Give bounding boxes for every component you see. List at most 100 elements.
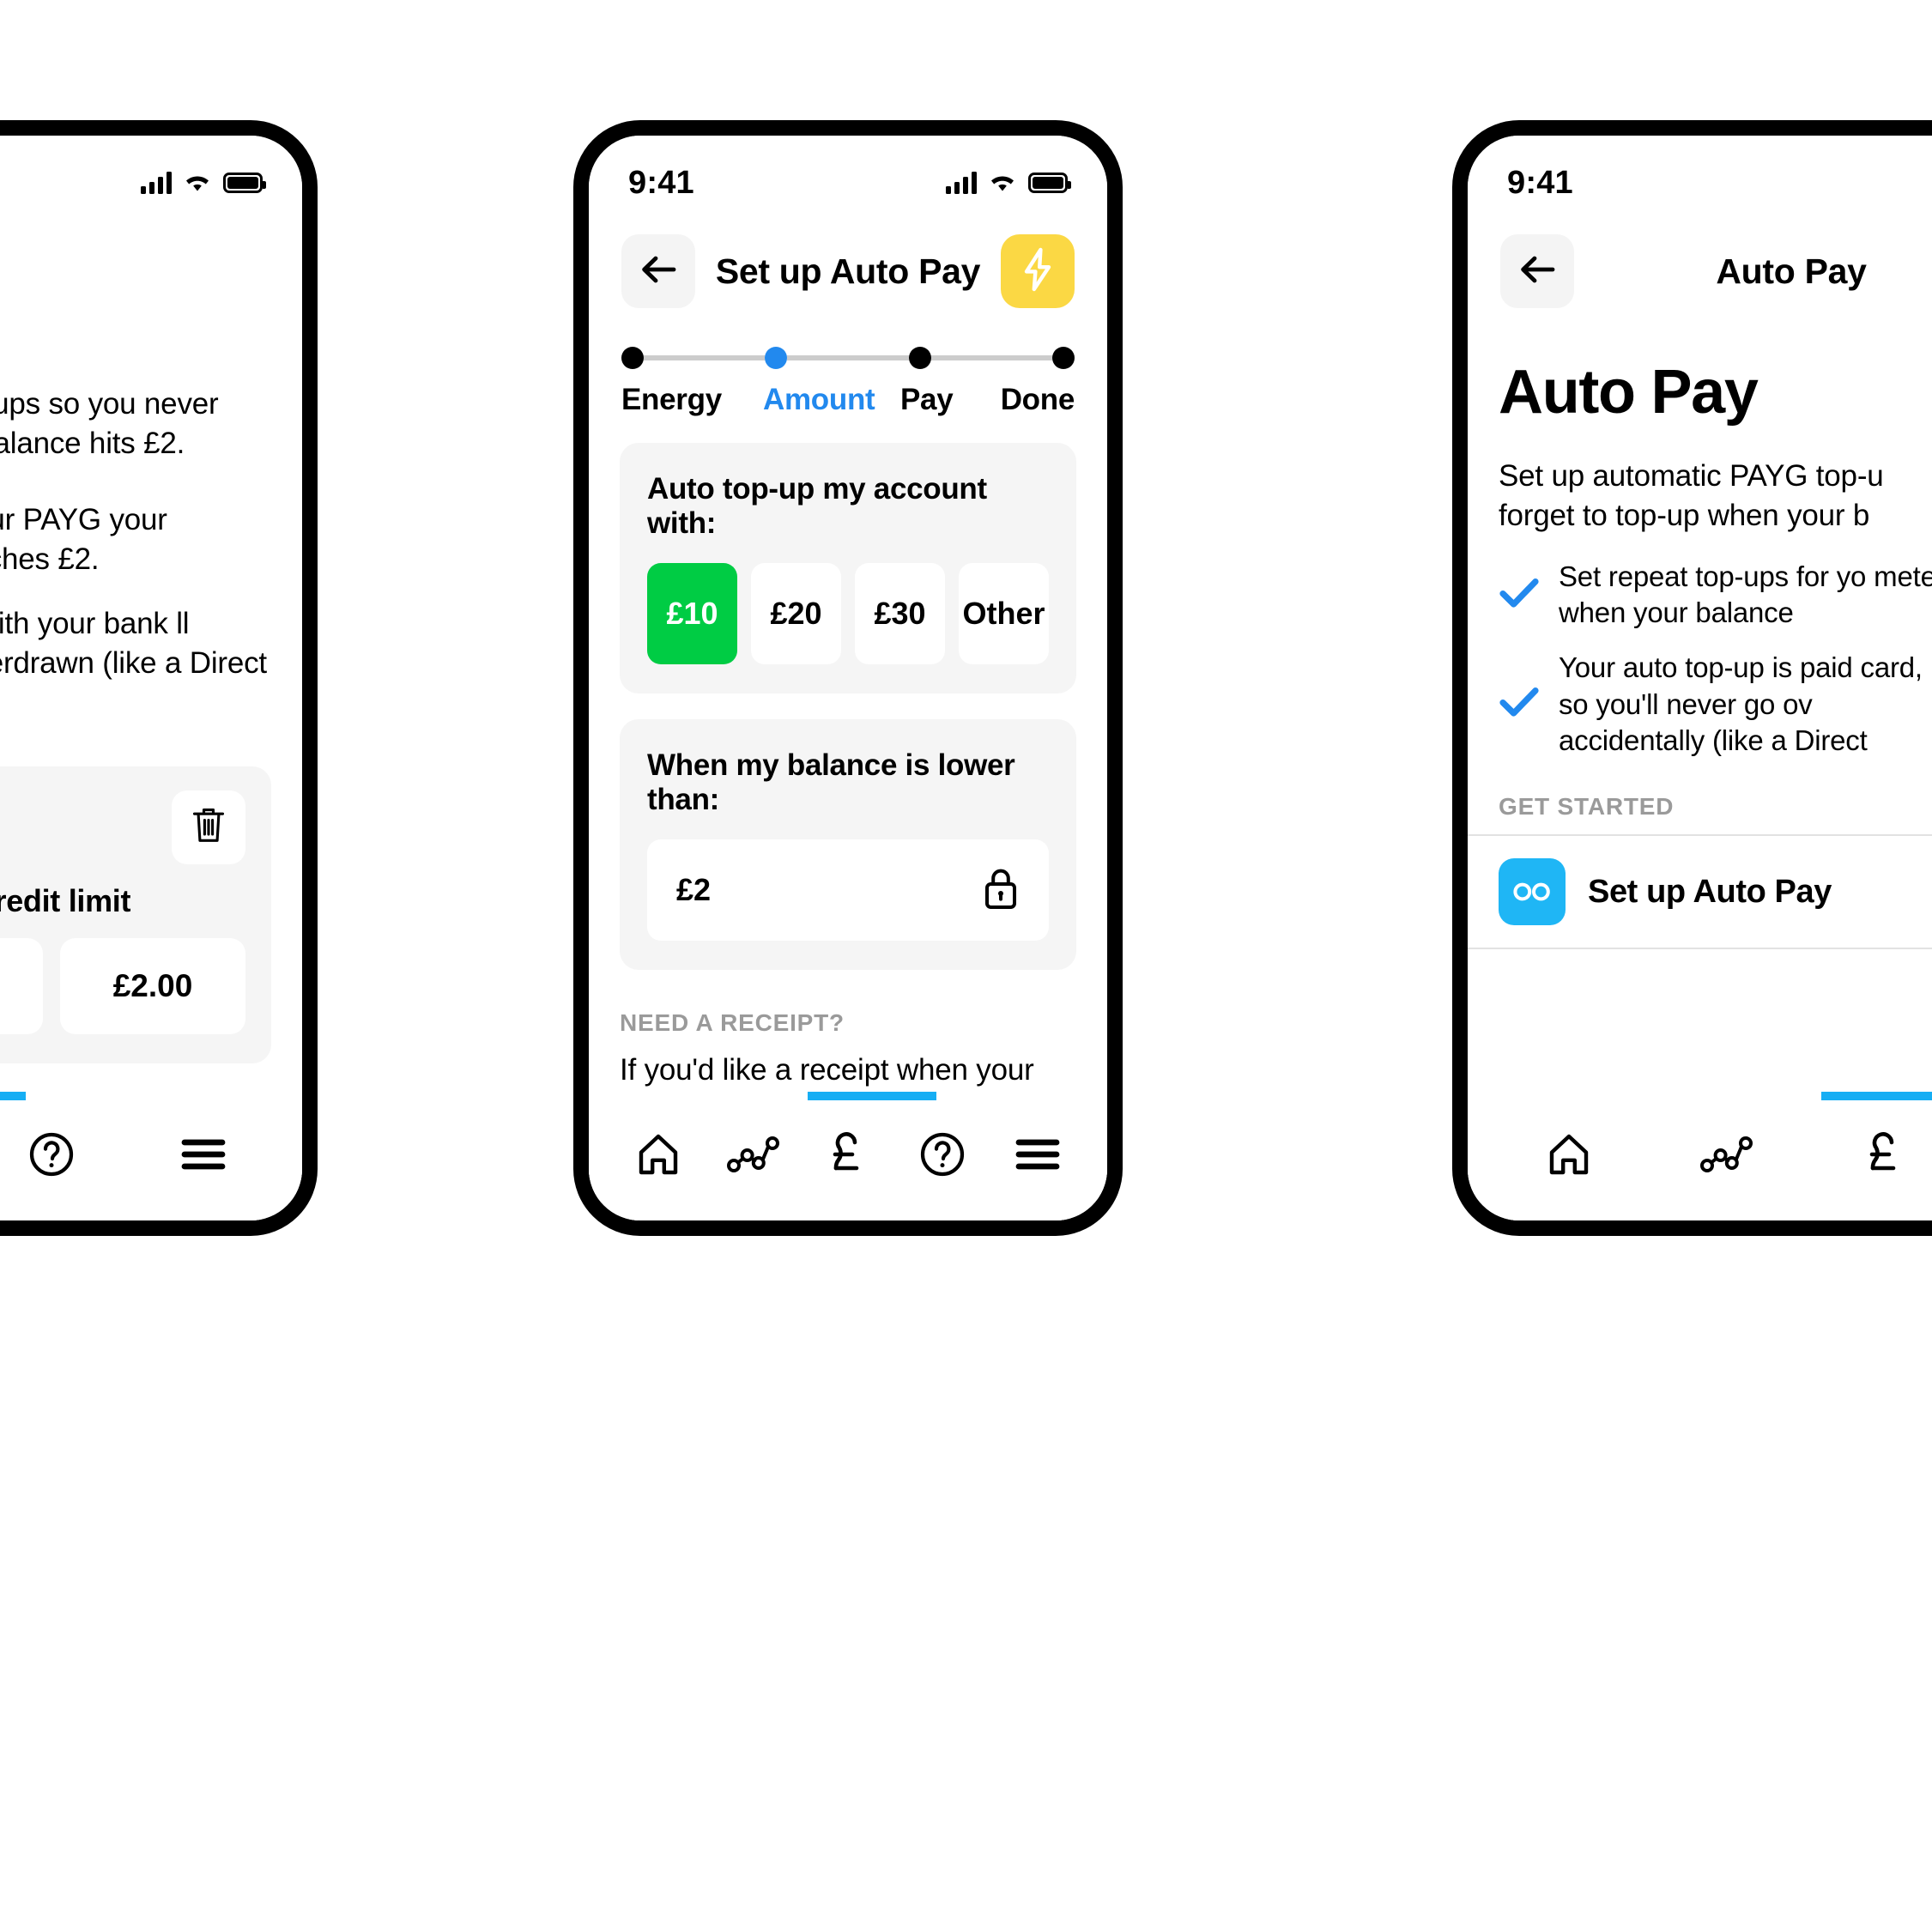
- stepper-dots: [621, 347, 1075, 369]
- pound-icon: [1862, 1130, 1907, 1184]
- back-button[interactable]: [1500, 234, 1574, 308]
- right-nav-indicator: [1821, 1092, 1932, 1100]
- left-nav-indicator: [0, 1092, 26, 1100]
- threshold-value: £2: [676, 872, 712, 907]
- mid-status-time: 9:41: [628, 164, 694, 201]
- wifi-icon: [184, 173, 211, 193]
- left-app-bar: Auto Pay: [0, 215, 302, 318]
- phone-left: 9:41 Auto Pay c PAYG top-ups so you neve…: [0, 120, 318, 1236]
- mid-bottom-nav: [589, 1092, 1107, 1220]
- credit-limit-value-left[interactable]: [0, 937, 43, 1034]
- back-arrow-icon: [1517, 252, 1558, 291]
- left-paragraph-3: -up is paid with your bank ll never go o…: [0, 607, 267, 680]
- nav-menu[interactable]: [156, 1109, 251, 1203]
- menu-icon: [180, 1136, 227, 1178]
- mid-app-bar: Set up Auto Pay: [589, 215, 1107, 318]
- step-dot-amount[interactable]: [765, 347, 788, 369]
- amount-option-other[interactable]: Other: [959, 563, 1049, 664]
- step-label-pay: Pay: [900, 383, 954, 416]
- usage-graph-icon: [726, 1134, 780, 1179]
- step-dot-energy[interactable]: [621, 347, 644, 369]
- nav-pound[interactable]: [1838, 1109, 1932, 1203]
- back-arrow-icon: [638, 252, 679, 291]
- nav-help[interactable]: [4, 1109, 99, 1203]
- mid-screen: 9:41 Set up Auto Pay Energy Amount Pay D…: [589, 136, 1107, 1220]
- nav-menu[interactable]: [990, 1109, 1085, 1203]
- right-bottom-nav: [1468, 1092, 1932, 1220]
- left-page-title: Auto Pay: [0, 251, 302, 292]
- receipt-eyebrow: NEED A RECEIPT?: [620, 1009, 845, 1036]
- help-icon: [27, 1130, 76, 1183]
- left-paragraph-1: c PAYG top-ups so you never when your ba…: [0, 387, 219, 460]
- boost-button[interactable]: [1001, 234, 1075, 308]
- balance-threshold-card: When my balance is lower than: £2: [620, 719, 1076, 970]
- stepper-labels: Energy Amount Pay Done: [621, 383, 1075, 417]
- threshold-input[interactable]: £2: [647, 839, 1049, 941]
- trash-icon: [190, 804, 227, 850]
- cellular-signal-icon: [141, 172, 172, 194]
- topup-amount-card: Auto top-up my account with: £10 £20 £30…: [620, 443, 1076, 693]
- mid-status-icons: [946, 172, 1071, 194]
- setup-auto-pay-label: Set up Auto Pay: [1588, 873, 1832, 910]
- benefit-text-2: Your auto top-up is paid card, so you'll…: [1559, 651, 1923, 756]
- menu-icon: [1014, 1136, 1061, 1178]
- benefit-text-1: Set repeat top-ups for yo meter when you…: [1559, 560, 1932, 629]
- topup-card-title: Auto top-up my account with:: [647, 472, 987, 540]
- pound-icon: [826, 1130, 870, 1184]
- left-status-icons: [141, 172, 266, 194]
- left-body: c PAYG top-ups so you never when your ba…: [0, 385, 302, 722]
- nav-pound[interactable]: [801, 1109, 895, 1203]
- setup-stepper: Energy Amount Pay Done: [589, 318, 1107, 417]
- credit-limit-label: Credit limit: [0, 882, 131, 918]
- amount-option-30[interactable]: £30: [855, 563, 945, 664]
- battery-icon: [1028, 173, 1071, 193]
- credit-limit-value[interactable]: £2.00: [60, 937, 245, 1034]
- home-icon: [635, 1131, 681, 1182]
- left-paragraph-2: p-ups for your PAYG your balance reaches…: [0, 503, 167, 576]
- lock-icon: [982, 866, 1020, 915]
- amount-option-10[interactable]: £10: [647, 563, 737, 664]
- nav-usage[interactable]: [1680, 1109, 1774, 1203]
- topup-amount-options: £10 £20 £30 Other: [647, 563, 1049, 664]
- benefits-list: Set repeat top-ups for yo meter when you…: [1468, 535, 1932, 759]
- phone-right: 9:41 Auto Pay Auto Pay Set up automatic …: [1452, 120, 1932, 1236]
- step-label-done: Done: [1000, 383, 1075, 416]
- delete-button[interactable]: [172, 790, 245, 864]
- right-app-bar: Auto Pay: [1468, 215, 1932, 318]
- check-icon: [1499, 686, 1540, 723]
- help-icon: [918, 1130, 966, 1183]
- amount-option-20[interactable]: £20: [751, 563, 841, 664]
- left-screen: 9:41 Auto Pay c PAYG top-ups so you neve…: [0, 136, 302, 1220]
- left-bottom-nav: [0, 1092, 302, 1220]
- wifi-icon: [989, 173, 1016, 193]
- infinity-icon: [1499, 858, 1566, 926]
- mid-nav-indicator: [808, 1092, 936, 1100]
- step-line-2: [787, 355, 909, 360]
- usage-graph-icon: [1700, 1134, 1753, 1179]
- setup-auto-pay-row[interactable]: Set up Auto Pay: [1468, 834, 1932, 950]
- step-dot-done[interactable]: [1051, 347, 1075, 369]
- check-icon: [1499, 577, 1540, 614]
- step-line-1: [644, 355, 766, 360]
- phone-middle: 9:41 Set up Auto Pay Energy Amount Pay D…: [573, 120, 1123, 1236]
- battery-icon: [223, 173, 266, 193]
- right-screen: 9:41 Auto Pay Auto Pay Set up automatic …: [1468, 136, 1932, 1220]
- list-item: Set repeat top-ups for yo meter when you…: [1499, 559, 1932, 631]
- right-heading: Auto Pay: [1499, 358, 1759, 427]
- nav-usage[interactable]: [706, 1109, 801, 1203]
- step-dot-pay[interactable]: [908, 347, 931, 369]
- list-item: Your auto top-up is paid card, so you'll…: [1499, 650, 1932, 759]
- back-button[interactable]: [621, 234, 695, 308]
- nav-help[interactable]: [895, 1109, 990, 1203]
- step-label-energy: Energy: [621, 383, 722, 416]
- mid-status-bar: 9:41: [589, 136, 1107, 215]
- step-label-amount: Amount: [763, 383, 875, 416]
- home-icon: [1546, 1131, 1592, 1182]
- get-started-heading: GET STARTED: [1499, 793, 1675, 821]
- nav-home[interactable]: [611, 1109, 706, 1203]
- screenshot-canvas: 9:41 Auto Pay c PAYG top-ups so you neve…: [0, 0, 1932, 1932]
- nav-home[interactable]: [1522, 1109, 1616, 1203]
- lightning-bolt-icon: [1023, 247, 1052, 296]
- credit-limit-card: Credit limit £2.00: [0, 766, 271, 1063]
- left-status-bar: 9:41: [0, 136, 302, 215]
